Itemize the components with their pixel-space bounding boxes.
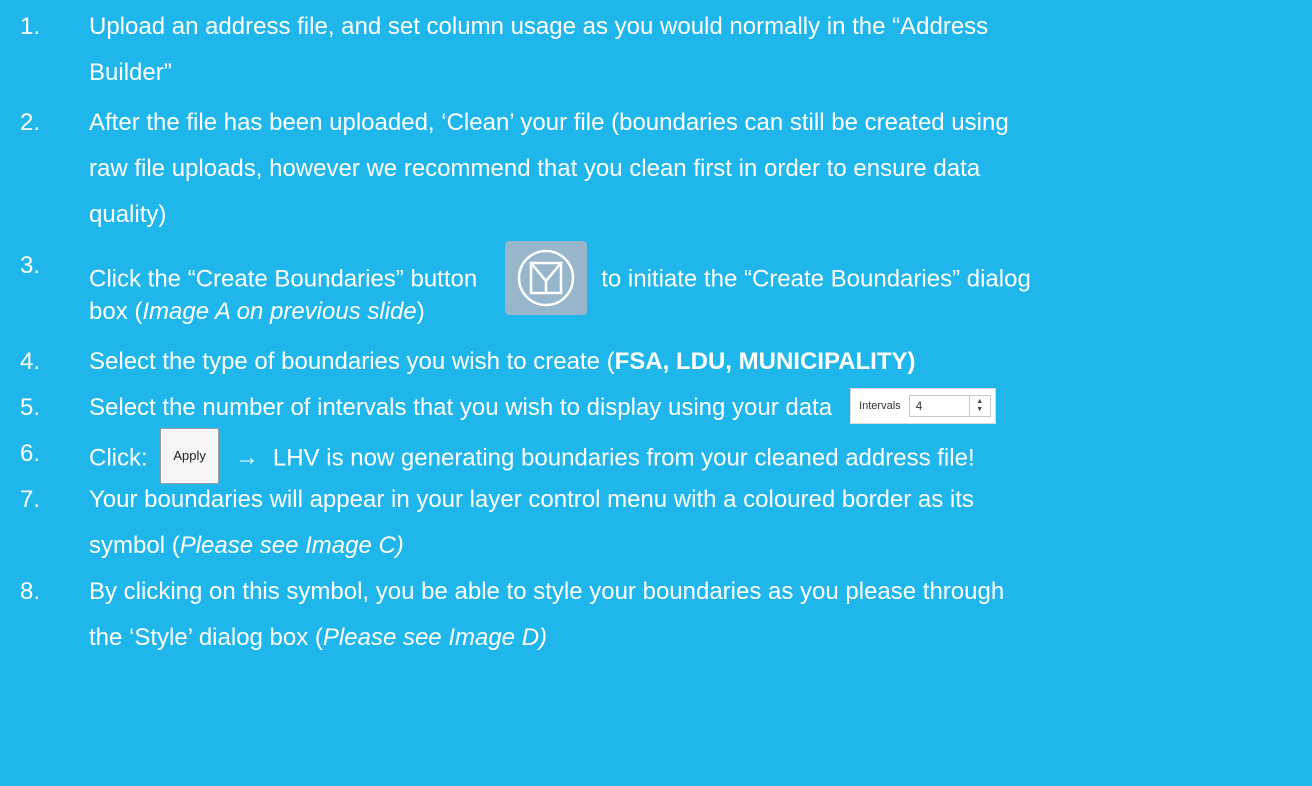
item-number: 1. xyxy=(20,13,41,40)
item-number: 7. xyxy=(20,486,41,513)
intervals-label: Intervals xyxy=(859,399,901,412)
apply-button[interactable]: Apply xyxy=(160,428,219,484)
item-text: the ‘Style’ dialog box ( xyxy=(89,624,323,651)
item-text: ) xyxy=(416,298,425,325)
item-text: symbol ( xyxy=(89,532,180,559)
boundary-types: FSA, LDU, MUNICIPALITY) xyxy=(614,348,916,375)
item-text-line: Upload an address file, and set column u… xyxy=(89,13,989,40)
item-text: Select the number of intervals that you … xyxy=(89,394,833,421)
arrow-right-icon: → xyxy=(234,444,259,472)
item-text-line: Your boundaries will appear in your laye… xyxy=(89,486,974,513)
item-text-line: After the file has been uploaded, ‘Clean… xyxy=(89,109,1009,136)
item-number: 2. xyxy=(20,109,41,136)
item-number: 6. xyxy=(20,440,41,467)
item-number: 8. xyxy=(20,578,41,605)
item-text-italic: Please see Image C) xyxy=(179,532,404,559)
item-text-line: raw file uploads, however we recommend t… xyxy=(89,155,981,182)
item-text-line: symbol (Please see Image C) xyxy=(89,523,1307,569)
item-number: 5. xyxy=(20,394,41,421)
spinner-arrows-icon[interactable]: ▲ ▼ xyxy=(968,395,990,416)
item-text-italic: Image A on previous slide xyxy=(142,298,417,325)
intervals-spinner[interactable]: 4 ▲ ▼ xyxy=(908,394,991,417)
intervals-widget: Intervals 4 ▲ ▼ xyxy=(850,387,996,424)
item-text-italic: Please see Image D) xyxy=(322,624,548,651)
item-text-line: the ‘Style’ dialog box (Please see Image… xyxy=(89,615,1307,661)
item-number: 3. xyxy=(20,252,41,279)
item-text-line: Select the type of boundaries you wish t… xyxy=(89,339,1307,385)
item-text-line: Select the number of intervals that you … xyxy=(89,385,1307,431)
item-text: Select the type of boundaries you wish t… xyxy=(89,348,615,375)
slide: 1. Upload an address file, and set colum… xyxy=(0,0,1312,786)
item-text: box ( xyxy=(89,298,143,325)
intervals-value: 4 xyxy=(915,398,923,413)
item-text-line: quality) xyxy=(89,201,167,228)
item-text-line: Builder” xyxy=(89,59,172,86)
item-text: Click: xyxy=(89,444,148,472)
item-number: 4. xyxy=(20,348,41,375)
item-text-line: box (Image A on previous slide) xyxy=(89,289,1307,335)
item-text-line: By clicking on this symbol, you be able … xyxy=(89,578,1005,605)
item-text: LHV is now generating boundaries from yo… xyxy=(272,444,975,472)
